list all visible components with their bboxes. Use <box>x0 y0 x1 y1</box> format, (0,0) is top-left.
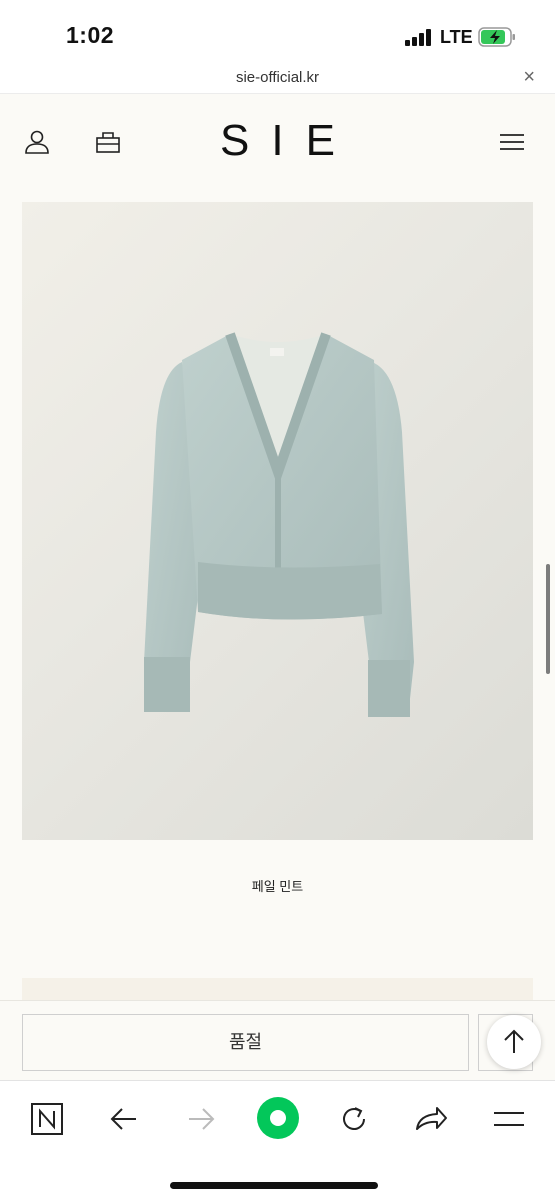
back-arrow-icon[interactable] <box>104 1099 144 1139</box>
page-scrollbar[interactable] <box>546 564 550 674</box>
signal-icon <box>405 28 435 46</box>
cardigan-illustration <box>144 332 414 717</box>
network-label: LTE <box>440 27 473 47</box>
product-image[interactable] <box>22 202 533 840</box>
product-name[interactable]: 페일 민트 <box>0 876 555 895</box>
purchase-action-bar: 품절 <box>0 1000 555 1080</box>
close-icon[interactable]: × <box>523 66 535 89</box>
home-indicator[interactable] <box>170 1182 378 1189</box>
soldout-button[interactable]: 품절 <box>22 1014 469 1071</box>
naver-n-icon[interactable] <box>27 1099 67 1139</box>
forward-arrow-icon[interactable] <box>181 1099 221 1139</box>
battery-charging-icon <box>478 27 515 47</box>
hamburger-icon[interactable] <box>489 1099 529 1139</box>
site-header: SIE <box>0 94 555 194</box>
reload-icon[interactable] <box>334 1099 374 1139</box>
arrow-up-icon <box>504 1029 524 1053</box>
site-logo[interactable]: SIE <box>0 116 555 166</box>
url-bar[interactable]: sie-official.kr × <box>0 62 555 94</box>
menu-icon[interactable] <box>498 128 526 156</box>
share-icon[interactable] <box>411 1099 451 1139</box>
status-time: 1:02 <box>66 22 115 48</box>
home-dot-icon[interactable] <box>255 1095 301 1141</box>
status-bar: 1:02 LTE <box>0 0 555 62</box>
url-text[interactable]: sie-official.kr <box>0 69 555 86</box>
scroll-to-top-button[interactable] <box>487 1015 541 1069</box>
